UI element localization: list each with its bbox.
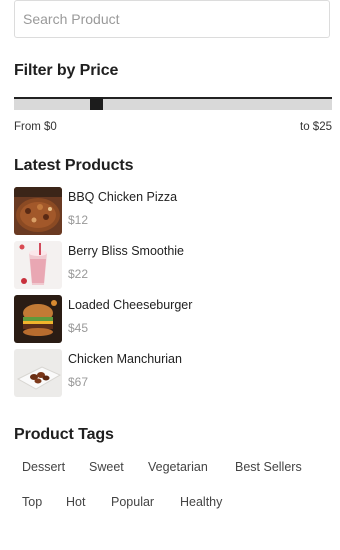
product-name[interactable]: Loaded Cheeseburger xyxy=(68,298,192,312)
price-slider-line xyxy=(14,97,332,99)
price-from-label: From $0 xyxy=(14,121,57,133)
price-slider[interactable] xyxy=(14,97,332,110)
pizza-thumbnail[interactable] xyxy=(14,187,62,235)
price-to-label: to $25 xyxy=(300,121,332,133)
tag-healthy[interactable]: Healthy xyxy=(180,495,222,509)
product-price: $12 xyxy=(68,213,89,227)
filter-by-price-title: Filter by Price xyxy=(14,62,119,79)
tag-sweet[interactable]: Sweet xyxy=(89,460,124,474)
product-name[interactable]: BBQ Chicken Pizza xyxy=(68,190,177,204)
product-price: $67 xyxy=(68,375,89,389)
latest-products-title: Latest Products xyxy=(14,157,134,174)
smoothie-thumbnail[interactable] xyxy=(14,241,62,289)
product-price: $45 xyxy=(68,321,89,335)
product-item-loaded-cheeseburger[interactable]: Loaded Cheeseburger $45 xyxy=(14,295,332,343)
product-tags-title: Product Tags xyxy=(14,426,114,443)
product-item-bbq-chicken-pizza[interactable]: BBQ Chicken Pizza $12 xyxy=(14,187,332,235)
product-price: $22 xyxy=(68,267,89,281)
tag-popular[interactable]: Popular xyxy=(111,495,154,509)
search-input[interactable] xyxy=(14,0,330,38)
product-name[interactable]: Berry Bliss Smoothie xyxy=(68,244,184,258)
product-name[interactable]: Chicken Manchurian xyxy=(68,352,182,366)
product-item-chicken-manchurian[interactable]: Chicken Manchurian $67 xyxy=(14,349,332,397)
tag-top[interactable]: Top xyxy=(22,495,42,509)
tag-dessert[interactable]: Dessert xyxy=(22,460,65,474)
tag-best-sellers[interactable]: Best Sellers xyxy=(235,460,302,474)
manchurian-thumbnail[interactable] xyxy=(14,349,62,397)
product-item-berry-bliss-smoothie[interactable]: Berry Bliss Smoothie $22 xyxy=(14,241,332,289)
price-slider-handle[interactable] xyxy=(90,97,103,110)
burger-thumbnail[interactable] xyxy=(14,295,62,343)
tag-vegetarian[interactable]: Vegetarian xyxy=(148,460,208,474)
tag-hot[interactable]: Hot xyxy=(66,495,85,509)
